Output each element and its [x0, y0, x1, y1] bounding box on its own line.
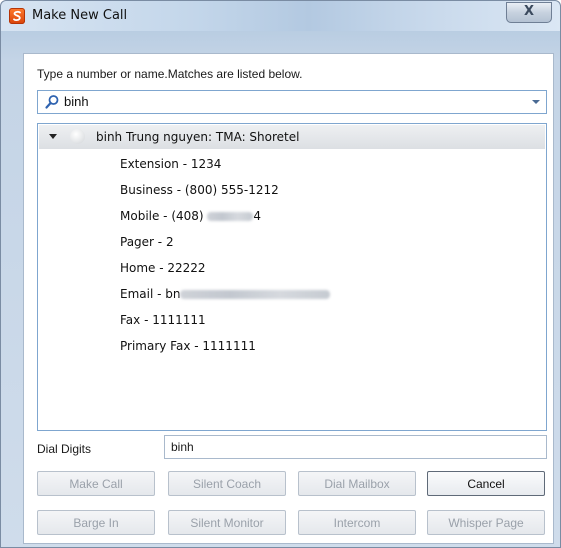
cancel-button[interactable]: Cancel [427, 471, 545, 496]
make-new-call-window: Make New Call X Type a number or name.Ma… [0, 0, 561, 548]
detail-email[interactable]: Email - bn [120, 287, 331, 301]
make-call-button[interactable]: Make Call [37, 471, 155, 496]
search-value: binh [64, 94, 89, 109]
dial-digits-value: binh [171, 440, 194, 454]
detail-fax[interactable]: Fax - 1111111 [120, 313, 206, 327]
detail-business[interactable]: Business - (800) 555-1212 [120, 183, 279, 197]
title-bar[interactable]: Make New Call X [1, 1, 560, 31]
detail-text: Mobile - (408) [120, 209, 208, 223]
barge-in-button[interactable]: Barge In [37, 510, 155, 535]
dialog-content: Type a number or name.Matches are listed… [23, 53, 554, 544]
detail-text: Primary Fax - 1111111 [120, 339, 256, 353]
detail-text: Fax - 1111111 [120, 313, 206, 327]
results-list[interactable]: binh Trung nguyen: TMA: Shoretel Extensi… [37, 123, 547, 431]
detail-mobile[interactable]: Mobile - (408) 4 [120, 209, 261, 223]
detail-primary-fax[interactable]: Primary Fax - 1111111 [120, 339, 256, 353]
contact-name: binh Trung nguyen: TMA: Shoretel [96, 130, 300, 144]
detail-text: Email - bn [120, 287, 181, 301]
dial-mailbox-button[interactable]: Dial Mailbox [298, 471, 416, 496]
presence-icon [70, 129, 85, 144]
detail-pager[interactable]: Pager - 2 [120, 235, 174, 249]
shoretel-app-icon [9, 8, 25, 24]
contact-row[interactable]: binh Trung nguyen: TMA: Shoretel [39, 125, 545, 149]
detail-text: Home - 22222 [120, 261, 206, 275]
detail-home[interactable]: Home - 22222 [120, 261, 206, 275]
detail-text: Pager - 2 [120, 235, 174, 249]
dial-digits-field[interactable]: binh [164, 435, 547, 459]
dial-digits-label: Dial Digits [37, 442, 92, 456]
window-title: Make New Call [32, 8, 128, 23]
detail-suffix: 4 [253, 209, 262, 223]
redacted-text [180, 290, 331, 299]
close-button[interactable]: X [506, 2, 552, 23]
search-input[interactable]: binh [37, 90, 547, 114]
detail-text: Extension - 1234 [120, 157, 222, 171]
silent-coach-button[interactable]: Silent Coach [168, 471, 286, 496]
detail-text: Business - (800) 555-1212 [120, 183, 279, 197]
search-icon [44, 94, 60, 113]
whisper-page-button[interactable]: Whisper Page [427, 510, 545, 535]
chevron-down-icon[interactable] [532, 100, 540, 104]
intercom-button[interactable]: Intercom [298, 510, 416, 535]
silent-monitor-button[interactable]: Silent Monitor [168, 510, 286, 535]
search-prompt: Type a number or name.Matches are listed… [37, 67, 303, 81]
detail-extension[interactable]: Extension - 1234 [120, 157, 221, 171]
redacted-text [207, 212, 254, 221]
expand-arrow-icon[interactable] [49, 134, 57, 139]
